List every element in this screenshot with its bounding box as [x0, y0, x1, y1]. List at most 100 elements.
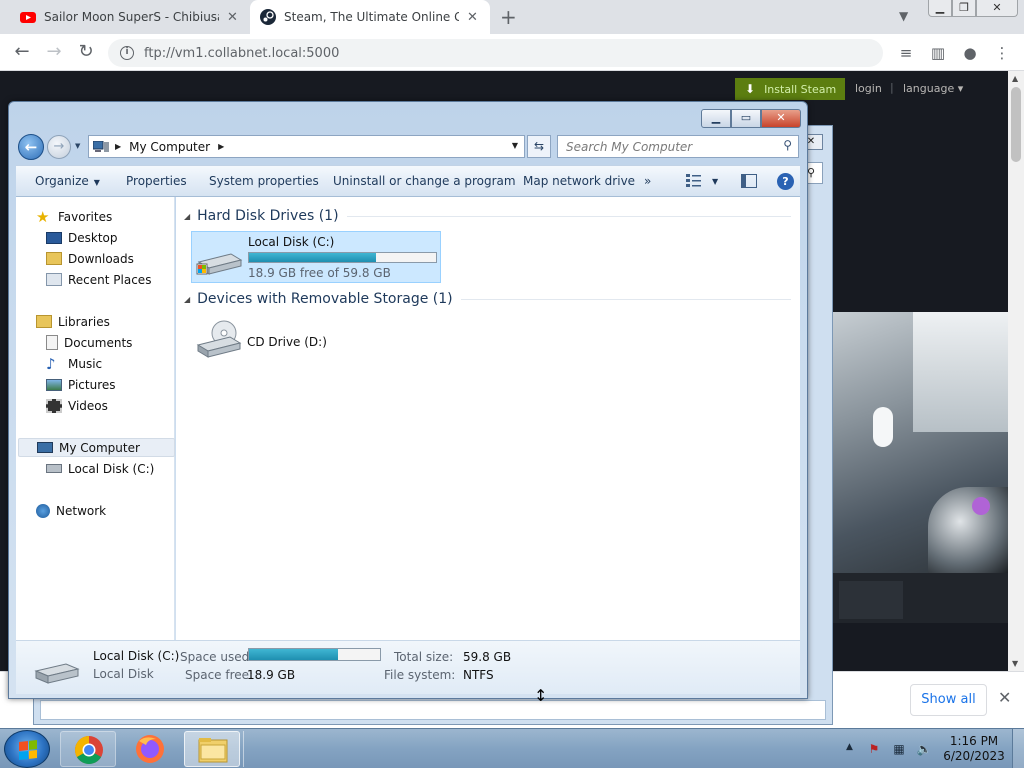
command-bar: Organize ▼ Properties System properties U…	[16, 165, 800, 197]
minimize-icon[interactable]: ▁	[928, 0, 952, 17]
chevron-right-icon[interactable]: ▶	[115, 142, 121, 151]
taskbar-windows-explorer[interactable]	[184, 731, 240, 767]
resize-cursor-icon: ↕	[534, 686, 548, 705]
nav-favorites[interactable]: ★ Favorites	[36, 207, 193, 226]
search-box[interactable]: ⚲	[557, 135, 799, 158]
views-icon[interactable]	[686, 173, 702, 187]
scroll-up-icon[interactable]: ▲	[1012, 74, 1018, 83]
nav-label: Documents	[64, 335, 133, 350]
organize-menu[interactable]: Organize ▼	[35, 174, 100, 188]
show-all-button[interactable]: Show all	[910, 684, 987, 716]
properties-button[interactable]: Properties	[126, 174, 187, 188]
address-bar[interactable]: i ftp://vm1.collabnet.local:5000	[108, 39, 883, 67]
space-used-label: Space used:	[180, 650, 254, 664]
restore-icon[interactable]: ❐	[952, 0, 976, 17]
back-arrow-icon[interactable]: ←	[10, 40, 34, 64]
drive-c-usage-bar	[248, 252, 437, 263]
volume-icon[interactable]: 🔈	[916, 741, 932, 757]
download-icon: ⬇	[745, 82, 756, 96]
drive-c-item[interactable]: Local Disk (C:) 18.9 GB free of 59.8 GB	[191, 231, 441, 283]
thumbnail[interactable]	[839, 581, 903, 619]
group-removable-storage[interactable]: ◢ Devices with Removable Storage (1)	[184, 291, 791, 307]
videos-icon	[46, 398, 62, 413]
profile-icon[interactable]: ●	[958, 41, 982, 65]
search-icon[interactable]: ⚲	[783, 138, 792, 152]
preview-pane-icon[interactable]	[741, 174, 757, 188]
nav-label: Music	[68, 356, 103, 371]
refresh-icon[interactable]: ⇆	[527, 135, 551, 158]
drive-d-name: CD Drive (D:)	[247, 335, 327, 349]
install-steam-button[interactable]: ⬇ Install Steam	[735, 78, 845, 100]
language-dropdown[interactable]: language ▾	[903, 82, 963, 95]
search-input[interactable]	[558, 136, 768, 157]
help-icon[interactable]: ?	[777, 173, 794, 190]
breadcrumb-my-computer[interactable]: My Computer	[129, 140, 210, 154]
network-tray-icon[interactable]: ▦	[891, 741, 907, 757]
start-button[interactable]	[4, 730, 50, 768]
computer-icon	[93, 140, 109, 152]
nav-network[interactable]: Network	[36, 501, 193, 520]
side-panel-icon[interactable]: ▥	[926, 41, 950, 65]
file-system-label: File system:	[384, 668, 456, 682]
clock-date: 6/20/2023	[943, 749, 1005, 763]
close-button[interactable]: ✕	[761, 109, 801, 128]
navigation-pane: ★ Favorites Desktop Downloads Recent Pla…	[16, 197, 175, 640]
page-scrollbar[interactable]: ▲ ▼	[1008, 71, 1024, 671]
computer-icon	[37, 442, 53, 453]
action-center-icon[interactable]: ⚑	[866, 741, 882, 757]
back-button[interactable]: ←	[18, 134, 44, 160]
tab-sailor-moon[interactable]: Sailor Moon SuperS - Chibiusa G ✕	[10, 0, 250, 34]
close-tab-icon[interactable]: ✕	[467, 10, 478, 25]
clock[interactable]: 1:16 PM 6/20/2023	[940, 734, 1008, 764]
game-screenshot[interactable]	[833, 312, 1008, 573]
drive-icon	[46, 464, 62, 473]
menu-kebab-icon[interactable]: ⋮	[990, 41, 1014, 65]
forward-arrow-icon[interactable]: →	[42, 40, 66, 64]
uninstall-program-button[interactable]: Uninstall or change a program	[333, 174, 516, 188]
show-hidden-icons[interactable]: ▲	[846, 742, 853, 752]
collapse-icon[interactable]: ◢	[184, 212, 190, 221]
forward-button[interactable]: →	[47, 135, 71, 159]
taskbar-chrome[interactable]	[60, 731, 116, 767]
more-commands-button[interactable]: »	[644, 174, 651, 188]
close-tab-icon[interactable]: ✕	[227, 10, 238, 25]
youtube-icon	[20, 12, 36, 23]
info-icon[interactable]: i	[120, 46, 134, 60]
scroll-down-icon[interactable]: ▼	[1012, 659, 1018, 668]
chevron-right-icon[interactable]: ▶	[218, 142, 224, 151]
media-queue-icon[interactable]: ≡	[894, 41, 918, 65]
language-label: language	[903, 82, 955, 95]
collapse-icon[interactable]: ◢	[184, 295, 190, 304]
chevron-down-icon[interactable]: ▼	[75, 142, 80, 150]
recent-places-icon	[46, 273, 62, 286]
minimize-button[interactable]: ▁	[701, 109, 731, 128]
details-title: Local Disk (C:)	[93, 649, 180, 663]
explorer-window: ▁ ▭ ✕ ← → ▼ ▶ My Computer ▶ ▼ ⇆ ⚲ Organi…	[8, 101, 808, 699]
taskbar: ▲ ⚑ ▦ 🔈 1:16 PM 6/20/2023	[0, 728, 1024, 768]
tab-steam[interactable]: Steam, The Ultimate Online Gam ✕	[250, 0, 490, 34]
content-pane: ◢ Hard Disk Drives (1) Local Disk (C:) 1…	[176, 197, 800, 640]
system-properties-button[interactable]: System properties	[209, 174, 319, 188]
scroll-thumb[interactable]	[1011, 87, 1021, 162]
close-icon[interactable]: ✕	[998, 688, 1011, 707]
clock-time: 1:16 PM	[949, 734, 999, 748]
show-desktop-button[interactable]	[1012, 729, 1024, 768]
new-tab-icon[interactable]: +	[500, 5, 517, 29]
drive-d-item[interactable]: CD Drive (D:)	[191, 315, 391, 363]
chevron-down-icon[interactable]: ▼	[899, 9, 908, 23]
chevron-down-icon[interactable]: ▼	[512, 141, 518, 150]
close-icon[interactable]: ✕	[976, 0, 1018, 17]
reload-icon[interactable]: ↻	[74, 40, 98, 64]
space-free-value: 18.9 GB	[247, 668, 296, 682]
chevron-down-icon[interactable]: ▼	[712, 177, 718, 186]
breadcrumb[interactable]: ▶ My Computer ▶ ▼	[88, 135, 525, 158]
group-hard-disk-drives[interactable]: ◢ Hard Disk Drives (1)	[184, 208, 791, 224]
nav-my-computer[interactable]: My Computer	[18, 438, 175, 457]
maximize-button[interactable]: ▭	[731, 109, 761, 128]
map-network-drive-button[interactable]: Map network drive	[523, 174, 635, 188]
browser-tabstrip: Sailor Moon SuperS - Chibiusa G ✕ Steam,…	[0, 0, 1024, 34]
taskbar-firefox[interactable]	[122, 731, 178, 767]
login-link[interactable]: login	[855, 82, 882, 95]
nav-label: Videos	[68, 398, 108, 413]
nav-libraries[interactable]: Libraries	[36, 312, 193, 331]
